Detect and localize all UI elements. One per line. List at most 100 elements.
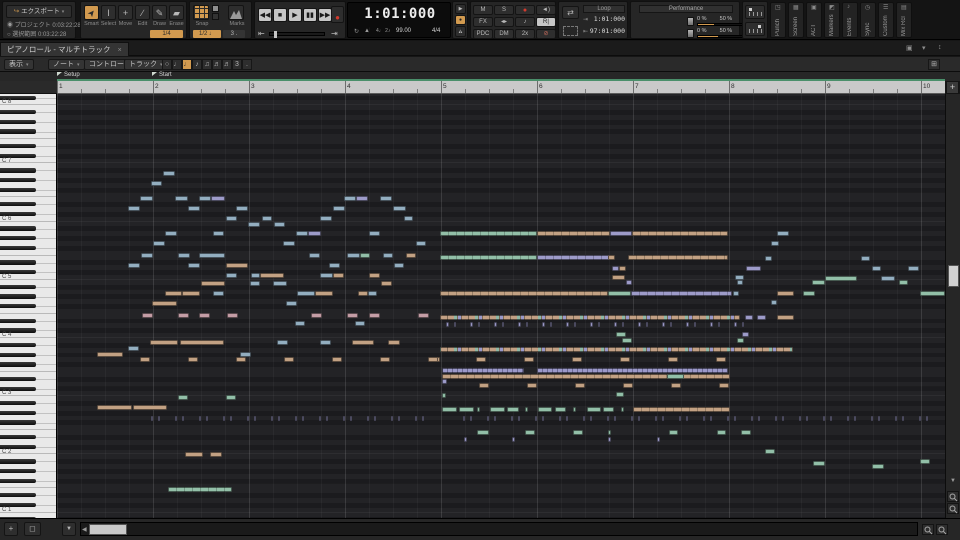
midi-note[interactable] [608, 291, 631, 296]
midi-note[interactable] [616, 332, 626, 337]
midi-note[interactable] [622, 338, 632, 343]
vertical-scrollbar[interactable]: ▼ [945, 94, 960, 518]
preroll-play-button[interactable]: ▶ [455, 4, 466, 14]
metronome-small-icon[interactable]: ▲ [364, 28, 370, 35]
loop-small-icon[interactable]: ↻ [354, 28, 359, 35]
tool-draw-button[interactable]: ✎ [152, 5, 167, 20]
midi-note[interactable] [442, 379, 447, 384]
black-key[interactable] [0, 226, 36, 231]
midi-note[interactable] [799, 416, 801, 421]
black-key[interactable] [0, 342, 36, 348]
midi-note[interactable] [226, 263, 248, 268]
midi-note[interactable] [607, 416, 609, 421]
midi-note[interactable] [380, 357, 390, 362]
ruler-add-button[interactable]: + [946, 81, 959, 94]
midi-note[interactable] [199, 196, 211, 201]
transport-stop-button[interactable]: ■ [273, 8, 287, 22]
black-key[interactable] [0, 304, 36, 309]
module-tab-mix-rcl[interactable]: ▤ Mix Rcl [896, 2, 912, 38]
midi-note[interactable] [716, 357, 726, 362]
solo-button[interactable]: S [494, 5, 514, 15]
midi-note[interactable] [612, 266, 619, 271]
midi-note[interactable] [185, 452, 203, 457]
menu-note[interactable]: ノート ▾ [48, 59, 85, 70]
meter-value[interactable]: 4/4 [432, 28, 440, 34]
note-value-button-1[interactable]: ♩ [172, 59, 182, 70]
midi-note[interactable] [356, 196, 368, 201]
midi-note[interactable] [573, 407, 576, 412]
pdc-button[interactable]: PDC [473, 29, 493, 39]
midi-note[interactable] [632, 231, 728, 236]
midi-note[interactable] [358, 291, 368, 296]
midi-note[interactable] [751, 416, 753, 421]
midi-note[interactable] [329, 263, 340, 268]
midi-note[interactable] [178, 313, 189, 318]
midi-note[interactable] [686, 416, 688, 421]
module-tab-sync[interactable]: ◷ Sync [860, 2, 876, 38]
midi-note[interactable] [311, 313, 322, 318]
midi-note[interactable] [718, 322, 720, 327]
midi-note[interactable] [333, 273, 344, 278]
midi-note[interactable] [442, 407, 457, 412]
midi-note[interactable] [406, 253, 416, 258]
midi-note[interactable] [394, 263, 404, 268]
draw-resolution-button[interactable]: 1/4 [150, 30, 183, 38]
midi-note[interactable] [248, 222, 260, 227]
midi-note[interactable] [646, 322, 648, 327]
midi-note[interactable] [128, 206, 140, 211]
transport-play-button[interactable]: ▶ [288, 8, 302, 22]
midi-note[interactable] [368, 291, 377, 296]
midi-note[interactable] [631, 291, 732, 296]
midi-note[interactable] [526, 322, 528, 327]
rtz-button[interactable]: ⇤ [258, 29, 265, 38]
snap-toggle-a[interactable] [212, 5, 219, 12]
expand-icon[interactable]: ↕ [938, 44, 942, 51]
black-key[interactable] [0, 110, 36, 115]
midi-note[interactable] [182, 291, 200, 296]
midi-note[interactable] [188, 357, 198, 362]
note-value-button-2[interactable]: ♩ [182, 59, 192, 70]
black-key[interactable] [0, 401, 36, 406]
transport-pause-button[interactable]: ▮▮ [303, 8, 317, 22]
midi-note[interactable] [308, 231, 321, 236]
snap-triplet-button[interactable]: 3 . [223, 30, 245, 38]
midi-note[interactable] [418, 313, 429, 318]
midi-note[interactable] [745, 315, 753, 320]
midi-note[interactable] [240, 352, 251, 357]
midi-note[interactable] [782, 416, 784, 421]
midi-note[interactable] [710, 322, 713, 327]
midi-note[interactable] [525, 407, 528, 412]
transport-forward-button[interactable]: ▶▶ [318, 8, 332, 22]
loop-start-value[interactable]: 1:01:000 [589, 15, 625, 23]
read-button[interactable]: R| [536, 17, 556, 27]
transport-rewind-button[interactable]: ◀◀ [258, 8, 272, 22]
black-key[interactable] [0, 435, 36, 440]
midi-note[interactable] [566, 416, 568, 421]
midi-note[interactable] [737, 280, 743, 285]
fx-button[interactable]: FX [473, 17, 493, 27]
black-key[interactable] [0, 410, 36, 416]
midi-note[interactable] [142, 313, 153, 318]
midi-note[interactable] [825, 276, 857, 281]
loop-select-button[interactable] [563, 26, 578, 36]
horizontal-zoom-out-button[interactable] [922, 524, 934, 535]
midi-note[interactable] [587, 407, 601, 412]
black-key[interactable] [0, 119, 36, 125]
timeline-ruler[interactable]: 1 2 3 4 5 6 7 8 9 10 [57, 81, 945, 94]
midi-note[interactable] [537, 255, 610, 260]
piano-keyboard[interactable]: C 8 C 7 C 6 C 5 C 4 C 3 C 2 C 1 [0, 94, 57, 518]
black-key[interactable] [0, 168, 36, 173]
midi-note[interactable] [694, 322, 696, 327]
midi-note[interactable] [199, 313, 210, 318]
export-scope-radio[interactable]: ◉ プロジェクト 0:03:22:28 [7, 20, 81, 29]
midi-note[interactable] [175, 416, 177, 421]
preroll-record-button[interactable]: ● [455, 15, 466, 25]
dim-button[interactable]: DM [494, 29, 514, 39]
midi-note[interactable] [765, 449, 775, 454]
midi-note[interactable] [165, 291, 182, 296]
midi-note[interactable] [226, 273, 237, 278]
arpeggiator-button[interactable]: ♪ [515, 17, 535, 27]
midi-note[interactable] [512, 437, 515, 442]
midi-note[interactable] [550, 322, 552, 327]
midi-note[interactable] [398, 416, 400, 421]
